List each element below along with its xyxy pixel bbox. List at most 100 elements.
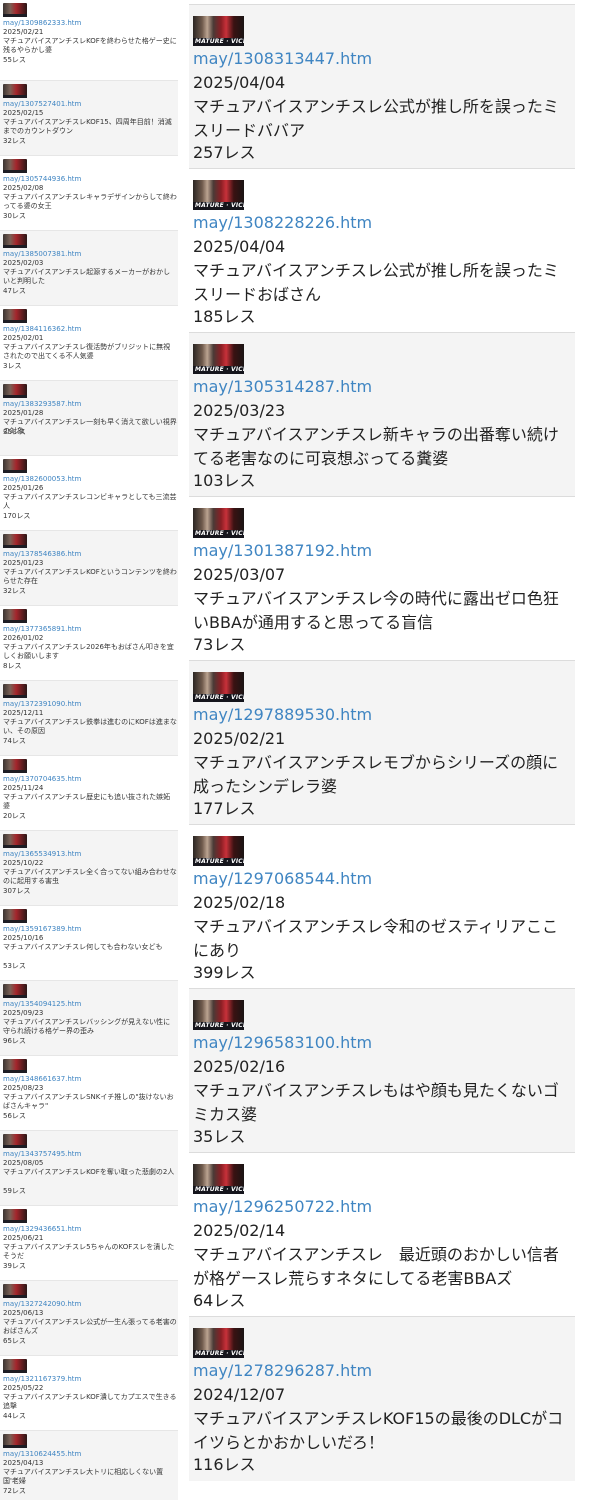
thread-link[interactable]: may/1359167389.htm	[3, 925, 81, 933]
thread-link[interactable]: may/1297889530.htm	[193, 704, 372, 726]
thread-thumbnail[interactable]: MATURE · VICE	[193, 508, 244, 538]
thread-thumbnail[interactable]	[3, 459, 27, 473]
thread-thumbnail[interactable]: MATURE · VICE	[193, 672, 244, 702]
thread-thumbnail[interactable]: MATURE · VICE	[193, 1164, 244, 1194]
thread-link[interactable]: may/1305744936.htm	[3, 175, 81, 183]
thread-item[interactable]: may/1359167389.htm 2025/10/16 マチュアバイスアンチスレ…	[0, 905, 178, 981]
thread-title: マチュアバイスアンチスレ公式が一生ん張ってる老害のおばさんズ	[3, 1318, 177, 1335]
thread-item[interactable]: MATURE · VICE may/1305314287.htm 2025/03/2…	[189, 332, 575, 497]
thread-date: 2025/06/13	[3, 1309, 44, 1317]
thread-item[interactable]: may/1378546386.htm 2025/01/23 マチュアバイスアンチスレ…	[0, 530, 178, 606]
thread-link[interactable]: may/1378546386.htm	[3, 550, 81, 558]
thread-link[interactable]: may/1309862333.htm	[3, 19, 81, 27]
thread-thumbnail[interactable]: MATURE · VICE	[193, 1328, 244, 1358]
thread-thumbnail[interactable]	[3, 909, 27, 923]
thread-item[interactable]: may/1321167379.htm 2025/05/22 マチュアバイスアンチスレ…	[0, 1355, 178, 1431]
thread-link[interactable]: may/1296583100.htm	[193, 1032, 372, 1054]
thread-thumbnail[interactable]	[3, 834, 27, 848]
thread-link[interactable]: may/1354094125.htm	[3, 1000, 81, 1008]
thread-link[interactable]: may/1321167379.htm	[3, 1375, 81, 1383]
thread-thumbnail[interactable]	[3, 1059, 27, 1073]
thread-link[interactable]: may/1327242090.htm	[3, 1300, 81, 1308]
thread-thumbnail[interactable]	[3, 159, 27, 173]
thread-item[interactable]: may/1372391090.htm 2025/12/11 マチュアバイスアンチスレ…	[0, 680, 178, 756]
thread-thumbnail[interactable]	[3, 534, 27, 548]
thread-thumbnail[interactable]	[3, 684, 27, 698]
thread-link[interactable]: may/1343757495.htm	[3, 1150, 81, 1158]
thread-item[interactable]: MATURE · VICE may/1301387192.htm 2025/03/0…	[189, 496, 575, 661]
thread-link[interactable]: may/1372391090.htm	[3, 700, 81, 708]
thread-link[interactable]: may/1348661637.htm	[3, 1075, 81, 1083]
thread-thumbnail[interactable]	[3, 3, 27, 17]
thread-date: 2025/09/23	[3, 1009, 44, 1017]
thread-item[interactable]: may/1327242090.htm 2025/06/13 マチュアバイスアンチスレ…	[0, 1280, 178, 1356]
thread-item[interactable]: MATURE · VICE may/1297889530.htm 2025/02/2…	[189, 660, 575, 825]
thread-date: 2025/02/21	[193, 729, 286, 748]
thread-item[interactable]: may/1343757495.htm 2025/08/05 マチュアバイスアンチスレ…	[0, 1130, 178, 1206]
thread-thumbnail[interactable]: MATURE · VICE	[193, 16, 244, 46]
thread-date: 2025/10/16	[3, 934, 44, 942]
thread-item[interactable]: MATURE · VICE may/1278296287.htm 2024/12/0…	[189, 1316, 575, 1481]
thread-link[interactable]: may/1308228226.htm	[193, 212, 372, 234]
thread-item[interactable]: may/1310624455.htm 2025/04/13 マチュアバイスアンチスレ…	[0, 1430, 178, 1500]
thread-item[interactable]: may/1329436651.htm 2025/06/21 マチュアバイスアンチスレ…	[0, 1205, 178, 1281]
thread-item[interactable]: may/1307527401.htm 2025/02/15 マチュアバイスアンチスレ…	[0, 80, 178, 156]
thread-thumbnail[interactable]: MATURE · VICE	[193, 1000, 244, 1030]
thread-item[interactable]: may/1305744936.htm 2025/02/08 マチュアバイスアンチスレ…	[0, 155, 178, 231]
thread-item[interactable]: may/1377365891.htm 2026/01/02 マチュアバイスアンチスレ…	[0, 605, 178, 681]
thread-thumbnail[interactable]	[3, 1209, 27, 1223]
thread-thumbnail[interactable]	[3, 1284, 27, 1298]
thread-thumbnail[interactable]	[3, 984, 27, 998]
thread-link[interactable]: may/1384116362.htm	[3, 325, 81, 333]
thread-thumbnail[interactable]: MATURE · VICE	[193, 180, 244, 210]
thread-item[interactable]: may/1370704635.htm 2025/11/24 マチュアバイスアンチスレ…	[0, 755, 178, 831]
thread-thumbnail[interactable]	[3, 309, 27, 323]
thread-link[interactable]: may/1329436651.htm	[3, 1225, 81, 1233]
thread-item[interactable]: MATURE · VICE may/1296250722.htm 2025/02/1…	[189, 1152, 575, 1317]
thread-thumbnail[interactable]: MATURE · VICE	[193, 836, 244, 866]
thread-link[interactable]: may/1278296287.htm	[193, 1360, 372, 1382]
thread-item[interactable]: may/1365534913.htm 2025/10/22 マチュアバイスアンチスレ…	[0, 830, 178, 906]
thread-link[interactable]: may/1305314287.htm	[193, 376, 372, 398]
thread-thumbnail[interactable]	[3, 759, 27, 773]
thread-link[interactable]: may/1308313447.htm	[193, 48, 372, 70]
thread-item[interactable]: MATURE · VICE may/1296583100.htm 2025/02/1…	[189, 988, 575, 1153]
thread-thumbnail[interactable]	[3, 1134, 27, 1148]
thread-link[interactable]: may/1365534913.htm	[3, 850, 81, 858]
thread-date: 2025/02/16	[193, 1057, 286, 1076]
thread-thumbnail[interactable]	[3, 609, 27, 623]
thread-item[interactable]: may/1348661637.htm 2025/08/23 マチュアバイスアンチスレ…	[0, 1055, 178, 1131]
thread-link[interactable]: may/1310624455.htm	[3, 1450, 81, 1458]
reply-count: 53レス	[3, 962, 26, 970]
thread-item[interactable]: may/1384116362.htm 2025/02/01 マチュアバイスアンチスレ…	[0, 305, 178, 381]
thread-title: マチュアバイスアンチスレ2026年もおばさん叩きを宜しくお願いします	[3, 643, 174, 660]
thread-thumbnail[interactable]: MATURE · VICE	[193, 344, 244, 374]
thread-link[interactable]: may/1385007381.htm	[3, 250, 81, 258]
thread-link[interactable]: may/1297068544.htm	[193, 868, 372, 890]
thread-link[interactable]: may/1383293587.htm	[3, 400, 81, 408]
thread-item[interactable]: may/1309862333.htm 2025/02/21 マチュアバイスアンチスレ…	[0, 0, 178, 80]
thread-date: 2025/11/24	[3, 784, 44, 792]
thread-link[interactable]: may/1296250722.htm	[193, 1196, 372, 1218]
reply-count: 72レス	[3, 1487, 26, 1495]
thread-item[interactable]: may/1382600053.htm 2025/01/26 マチュアバイスアンチスレ…	[0, 455, 178, 531]
thread-link[interactable]: may/1370704635.htm	[3, 775, 81, 783]
thread-link[interactable]: may/1307527401.htm	[3, 100, 81, 108]
thumbnail-caption: MATURE · VICE	[195, 1022, 244, 1029]
thread-item[interactable]: may/1354094125.htm 2025/09/23 マチュアバイスアンチスレ…	[0, 980, 178, 1056]
thread-link[interactable]: may/1377365891.htm	[3, 625, 81, 633]
thread-item[interactable]: may/1385007381.htm 2025/02/03 マチュアバイスアンチスレ…	[0, 230, 178, 306]
thread-thumbnail[interactable]	[3, 1434, 27, 1448]
thread-thumbnail[interactable]	[3, 84, 27, 98]
thread-item[interactable]: may/1383293587.htm 2025/01/28 マチュアバイスアンチスレ…	[0, 380, 178, 456]
thread-thumbnail[interactable]	[3, 234, 27, 248]
thread-item[interactable]: MATURE · VICE may/1308228226.htm 2025/04/0…	[189, 168, 575, 333]
thread-thumbnail[interactable]	[3, 384, 27, 398]
thread-link[interactable]: may/1382600053.htm	[3, 475, 81, 483]
thread-thumbnail[interactable]	[3, 1359, 27, 1373]
thread-title: マチュアバイスアンチスレ歴史にも追い抜された嫉妬婆	[3, 793, 171, 810]
thread-item[interactable]: MATURE · VICE may/1297068544.htm 2025/02/1…	[189, 824, 575, 989]
thread-link[interactable]: may/1301387192.htm	[193, 540, 372, 562]
thread-date: 2025/02/18	[193, 893, 286, 912]
thread-item[interactable]: MATURE · VICE may/1308313447.htm 2025/04/0…	[189, 4, 575, 169]
